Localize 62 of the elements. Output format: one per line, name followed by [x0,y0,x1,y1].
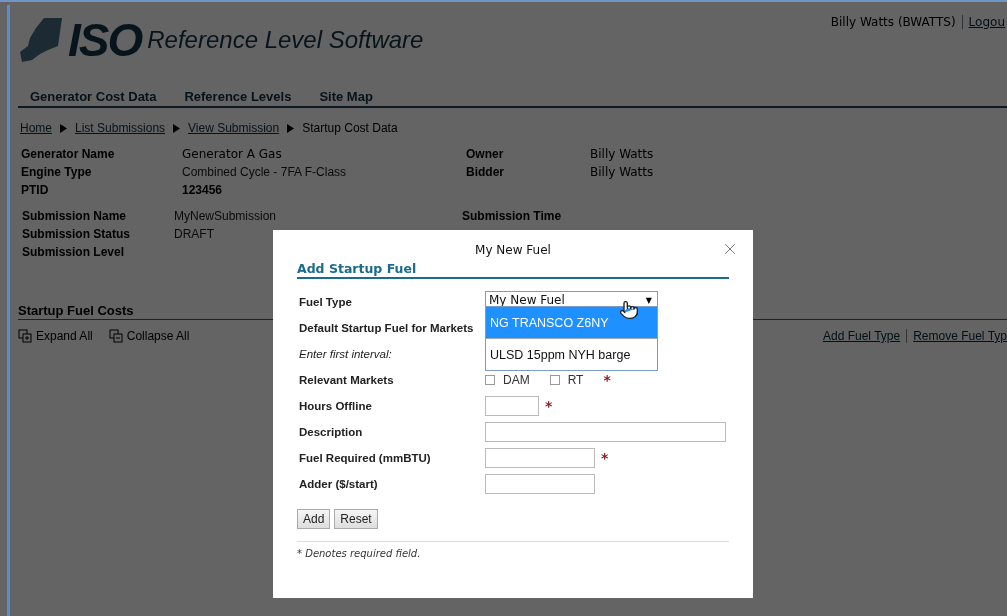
user-name: Billy Watts (BWATTS) [830,15,956,29]
triangle-icon [173,123,181,133]
checkbox[interactable] [549,375,560,385]
form-button[interactable]: Reset [334,509,378,529]
field-label: Adder ($/start) [298,477,379,492]
info-value: 123456 [182,183,224,197]
info-value: Billy Watts [590,165,655,179]
collapse-icon [108,329,123,343]
required-mark: * [603,372,611,388]
info-label: Generator Name [21,147,116,161]
action-link[interactable]: Add Fuel Type [823,329,901,343]
dropdown-option[interactable]: NG TRANSCO Z6NY [486,307,657,339]
breadcrumb-link[interactable]: View Submission [188,121,280,135]
breadcrumb-link[interactable]: List Submissions [75,121,166,135]
info-value: Combined Cycle - 7FA F-Class [182,165,348,179]
dialog-title: My New Fuel [475,243,551,259]
nav-tab[interactable]: Generator Cost Data [30,89,157,104]
field-label: Default Startup Fuel for Markets [298,321,475,336]
info-label: Owner [466,147,505,161]
breadcrumb-link[interactable]: Home [20,121,52,135]
checkbox[interactable] [485,375,495,385]
text-field[interactable] [485,474,595,494]
hint-text: Enter first interval: [298,347,393,362]
field-label: Relevant Markets [298,373,395,388]
info-label: Bidder [466,165,505,179]
info-label: Submission Name [22,209,128,223]
field-label: Fuel Required (mmBTU) [298,451,432,466]
triangle-icon [60,123,67,133]
caret-icon: ▼ [645,295,652,305]
logout-link[interactable]: Logou [968,15,1005,29]
triangle-icon [287,123,295,133]
text-field[interactable] [485,448,595,468]
info-value: MyNewSubmission [174,209,278,223]
field-label: Description [298,425,364,440]
state-map-icon [18,16,64,64]
breadcrumb-current: Startup Cost Data [302,121,398,135]
app-title: Reference Level Software [147,26,424,54]
collapse-all-link[interactable]: Collapse All [108,329,190,343]
info-value: Generator A Gas [182,147,283,161]
info-value: Billy Watts [590,147,655,161]
info-label: PTID [21,183,50,197]
field-label: Hours Offline [298,399,373,414]
form-button[interactable]: Add [297,509,331,529]
info-label: Submission Level [22,245,126,259]
checkbox-label: RT [567,373,584,387]
required-mark: * [545,398,553,414]
checkbox-label: DAM [503,373,530,387]
footnote: * Denotes required field. [297,548,422,559]
expand-icon [18,329,32,343]
logo: ISO [68,13,142,67]
nav-tab[interactable]: Site Map [319,89,373,104]
required-mark: * [601,450,609,466]
text-field[interactable] [485,422,726,442]
nav-tab[interactable]: Reference Levels [184,89,292,104]
text-field[interactable] [485,396,539,416]
info-value: DRAFT [174,227,215,241]
dialog-heading: Add Startup Fuel [297,261,729,279]
info-label: Submission Time [462,209,563,223]
action-link[interactable]: Remove Fuel Typ [913,329,1007,343]
info-label: Engine Type [21,165,93,179]
info-label: Submission Status [22,227,132,241]
expand-all-link[interactable]: Expand All [18,329,93,343]
